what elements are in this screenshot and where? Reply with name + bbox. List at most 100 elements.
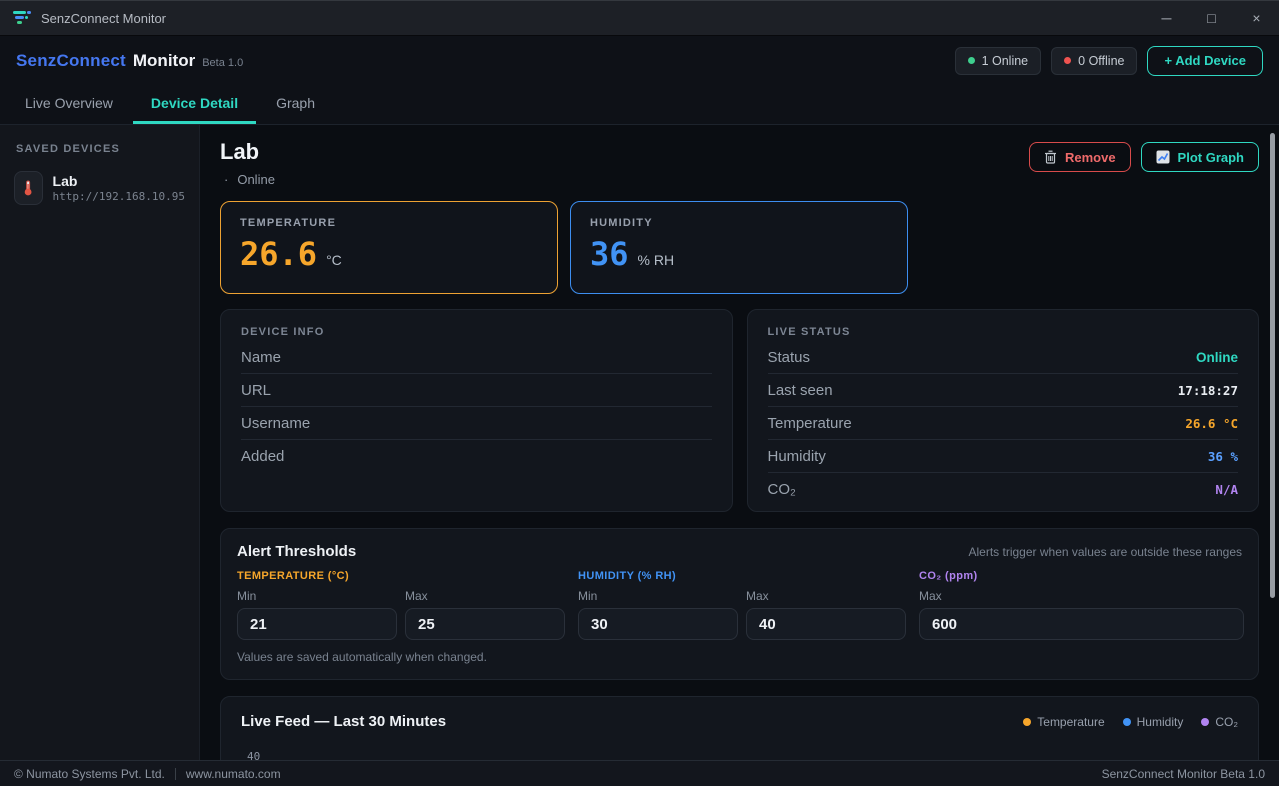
footer-app-version: SenzConnect Monitor Beta 1.0 — [1102, 767, 1265, 781]
add-device-button[interactable]: + Add Device — [1147, 46, 1263, 76]
temperature-group-label: TEMPERATURE (°C) — [237, 570, 565, 582]
co2-label: CO₂ — [768, 481, 796, 498]
tab-live-overview[interactable]: Live Overview — [7, 85, 131, 124]
tab-bar: Live Overview Device Detail Graph — [0, 85, 1279, 125]
hum-max-label: Max — [746, 589, 906, 603]
offline-dot-icon — [1064, 57, 1071, 64]
app-header: SenzConnect Monitor Beta 1.0 1 Online 0 … — [0, 36, 1279, 85]
header-actions: 1 Online 0 Offline + Add Device — [955, 46, 1263, 76]
tab-graph[interactable]: Graph — [258, 85, 333, 124]
temp-max-input[interactable] — [405, 608, 565, 640]
alert-thresholds-panel: Alert Thresholds Alerts trigger when val… — [220, 528, 1259, 680]
scrollbar-thumb[interactable] — [1270, 133, 1275, 598]
status-row-humidity: Humidity 36 % — [768, 440, 1239, 473]
legend-humidity-label: Humidity — [1137, 715, 1184, 729]
status-row-lastseen: Last seen 17:18:27 — [768, 374, 1239, 407]
sidebar-device-name: Lab — [53, 173, 185, 190]
offline-count-badge: 0 Offline — [1051, 47, 1137, 75]
online-dot-icon — [968, 57, 975, 64]
device-info-panel: DEVICE INFO Name URL Username Added — [220, 309, 733, 512]
alert-thresholds-title: Alert Thresholds — [237, 543, 356, 560]
temperature-unit: °C — [326, 252, 342, 268]
close-button[interactable]: × — [1234, 1, 1279, 35]
status-bullet: · — [224, 172, 228, 187]
info-label-added: Added — [241, 448, 284, 465]
co2-value: N/A — [1215, 482, 1238, 497]
beta-label: Beta 1.0 — [202, 57, 243, 69]
humidity-value: 36 — [590, 237, 629, 271]
status-label: Status — [768, 349, 811, 366]
hum-max-input[interactable] — [746, 608, 906, 640]
tab-device-detail[interactable]: Device Detail — [133, 85, 256, 124]
temperature-card: TEMPERATURE 26.6 °C — [220, 201, 558, 294]
footer-divider — [175, 768, 176, 780]
sidebar: SAVED DEVICES Lab http://192.168.10.95 — [0, 125, 200, 760]
info-row-name: Name — [241, 341, 712, 374]
temp-max-field: Max — [405, 589, 565, 640]
temperature-value: 26.6 — [240, 237, 317, 271]
live-status-panel: LIVE STATUS Status Online Last seen 17:1… — [747, 309, 1260, 512]
alert-thresholds-hint: Alerts trigger when values are outside t… — [969, 545, 1243, 559]
hum-value: 36 % — [1208, 449, 1238, 464]
window-controls: ─ □ × — [1144, 1, 1279, 35]
humidity-legend-dot-icon — [1123, 718, 1131, 726]
chart-icon — [1156, 150, 1170, 164]
live-feed-title: Live Feed — Last 30 Minutes — [241, 713, 446, 730]
lastseen-value: 17:18:27 — [1178, 383, 1238, 398]
live-feed-panel: Live Feed — Last 30 Minutes Temperature … — [220, 696, 1259, 760]
footer-left: © Numato Systems Pvt. Ltd. www.numato.co… — [14, 767, 281, 781]
device-header: Lab · Online — [220, 139, 1259, 187]
sidebar-device-lab[interactable]: Lab http://192.168.10.95 — [0, 165, 199, 211]
footer-website: www.numato.com — [186, 767, 281, 781]
co2-threshold-group: CO₂ (ppm) Max — [919, 570, 1244, 640]
device-status: Online — [237, 172, 275, 187]
temperature-card-label: TEMPERATURE — [240, 217, 538, 229]
device-status-line: · Online — [220, 172, 275, 187]
saved-devices-label: SAVED DEVICES — [16, 143, 183, 155]
temperature-legend-dot-icon — [1023, 718, 1031, 726]
temp-label: Temperature — [768, 415, 852, 432]
device-title-block: Lab · Online — [220, 139, 275, 187]
legend-humidity: Humidity — [1123, 715, 1184, 729]
humidity-card-label: HUMIDITY — [590, 217, 888, 229]
status-footer: © Numato Systems Pvt. Ltd. www.numato.co… — [0, 760, 1279, 786]
main-panel: Lab · Online — [200, 125, 1279, 760]
temp-value: 26.6 °C — [1185, 416, 1238, 431]
minimize-button[interactable]: ─ — [1144, 1, 1189, 35]
remove-button[interactable]: Remove — [1029, 142, 1131, 172]
co2-max-label: Max — [919, 589, 1244, 603]
info-label-name: Name — [241, 349, 281, 366]
hum-max-field: Max — [746, 589, 906, 640]
live-status-title: LIVE STATUS — [768, 326, 1239, 338]
metric-cards: TEMPERATURE 26.6 °C HUMIDITY 36 % RH — [220, 201, 1259, 294]
info-label-username: Username — [241, 415, 310, 432]
status-row-status: Status Online — [768, 341, 1239, 374]
humidity-card: HUMIDITY 36 % RH — [570, 201, 908, 294]
temp-max-label: Max — [405, 589, 565, 603]
threshold-groups: TEMPERATURE (°C) Min Max — [237, 570, 1242, 640]
plot-graph-button[interactable]: Plot Graph — [1141, 142, 1259, 172]
title-bar: SenzConnect Monitor ─ □ × — [0, 0, 1279, 36]
temp-min-input[interactable] — [237, 608, 397, 640]
hum-label: Humidity — [768, 448, 826, 465]
legend-temperature-label: Temperature — [1037, 715, 1104, 729]
temp-min-field: Min — [237, 589, 397, 640]
legend-temperature: Temperature — [1023, 715, 1104, 729]
hum-min-input[interactable] — [578, 608, 738, 640]
app-window: SenzConnect Monitor ─ □ × SenzConnect Mo… — [0, 0, 1279, 786]
device-info-title: DEVICE INFO — [241, 326, 712, 338]
sidebar-device-url: http://192.168.10.95 — [53, 190, 185, 204]
alert-thresholds-note: Values are saved automatically when chan… — [237, 650, 1242, 664]
trash-icon — [1044, 150, 1057, 164]
status-value: Online — [1196, 350, 1238, 365]
device-actions: Remove Plot Graph — [1029, 142, 1259, 172]
maximize-button[interactable]: □ — [1189, 1, 1234, 35]
info-row-added: Added — [241, 440, 712, 472]
info-row-username: Username — [241, 407, 712, 440]
brand: SenzConnect Monitor Beta 1.0 — [16, 51, 243, 71]
co2-max-input[interactable] — [919, 608, 1244, 640]
online-count-badge: 1 Online — [955, 47, 1042, 75]
hum-min-field: Min — [578, 589, 738, 640]
temperature-threshold-group: TEMPERATURE (°C) Min Max — [237, 570, 565, 640]
footer-copyright: © Numato Systems Pvt. Ltd. — [14, 767, 165, 781]
